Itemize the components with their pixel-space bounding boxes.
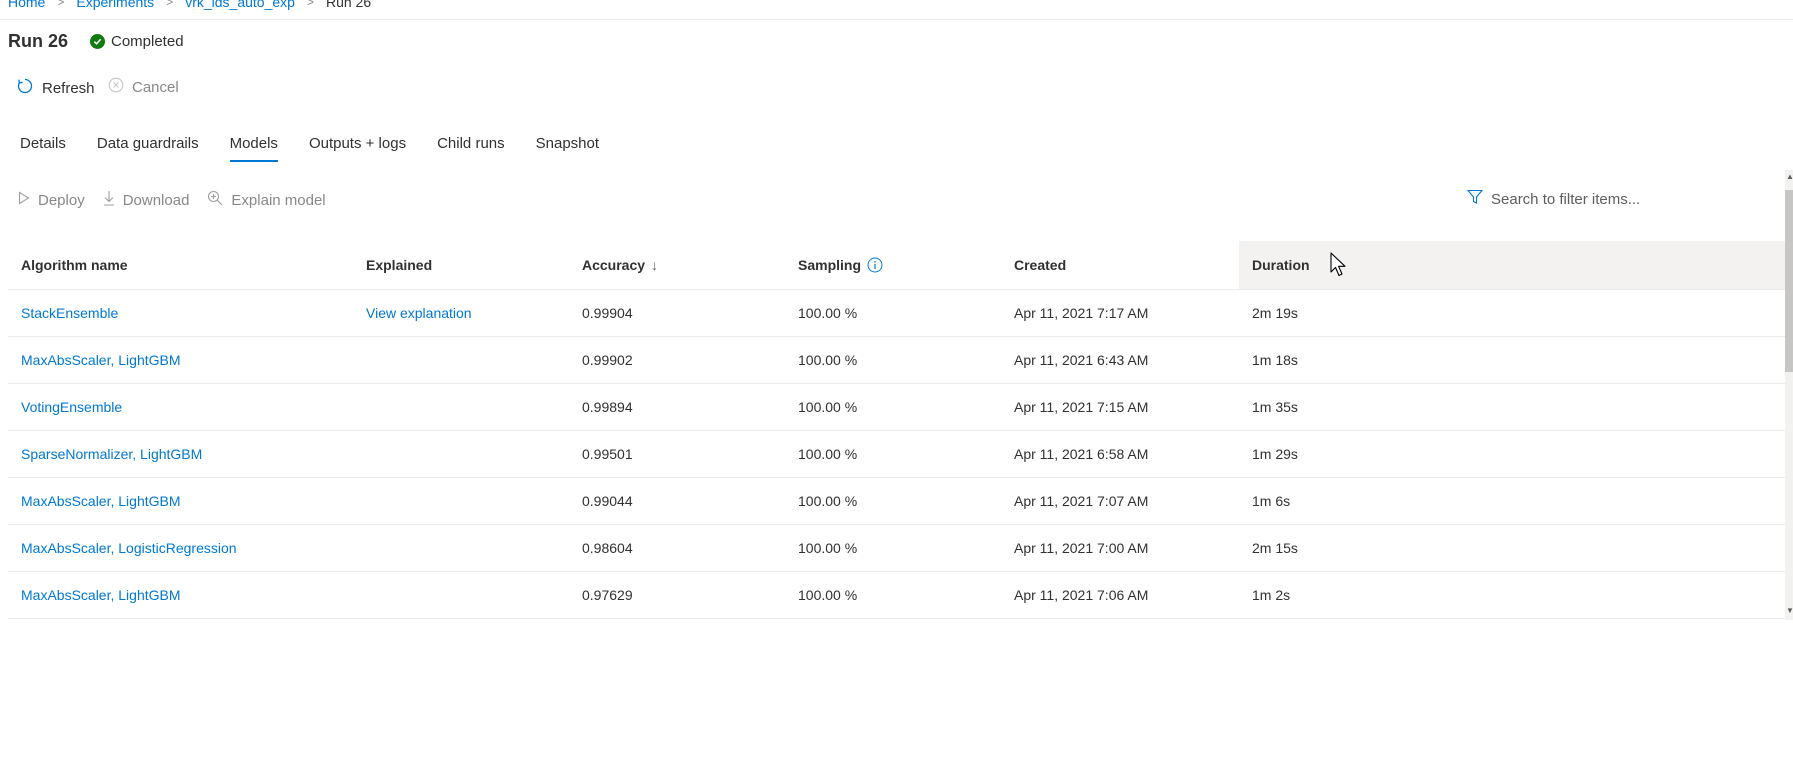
created-cell: Apr 11, 2021 7:17 AM	[1014, 305, 1149, 321]
breadcrumb: Home > Experiments > vrk_lds_auto_exp > …	[8, 0, 371, 12]
sampling-cell: 100.00 %	[798, 399, 858, 415]
algorithm-link[interactable]: MaxAbsScaler, LogisticRegression	[21, 525, 237, 571]
algorithm-link[interactable]: MaxAbsScaler, LightGBM	[21, 337, 181, 383]
refresh-button[interactable]: Refresh	[16, 77, 95, 99]
column-header-duration[interactable]: Duration	[1239, 241, 1793, 289]
deploy-label: Deploy	[38, 191, 85, 209]
refresh-label: Refresh	[42, 79, 95, 97]
cancel-label: Cancel	[132, 78, 179, 96]
breadcrumb-separator: >	[166, 0, 174, 9]
breadcrumb-experiment[interactable]: vrk_lds_auto_exp	[185, 0, 295, 10]
sort-descending-icon: ↓	[651, 257, 659, 273]
status-text: Completed	[111, 33, 184, 50]
tab-models[interactable]: Models	[229, 133, 279, 162]
table-row: StackEnsemble View explanation 0.99904 1…	[8, 290, 1785, 337]
breadcrumb-home[interactable]: Home	[8, 0, 45, 10]
breadcrumb-experiments[interactable]: Experiments	[76, 0, 154, 10]
created-cell: Apr 11, 2021 7:00 AM	[1014, 540, 1149, 556]
scroll-down-arrow-icon[interactable]: ▼	[1786, 606, 1793, 615]
breadcrumb-separator: >	[57, 0, 65, 9]
table-row: MaxAbsScaler, LightGBM 0.99902 100.00 % …	[8, 337, 1785, 384]
accuracy-cell: 0.99501	[582, 446, 633, 462]
table-row: MaxAbsScaler, LightGBM 0.99044 100.00 % …	[8, 478, 1785, 525]
duration-cell: 1m 29s	[1252, 446, 1298, 462]
sampling-cell: 100.00 %	[798, 305, 858, 321]
scrollbar-thumb[interactable]	[1785, 190, 1793, 372]
duration-cell: 2m 15s	[1252, 540, 1298, 556]
play-icon	[18, 191, 30, 209]
mouse-cursor-icon	[1330, 252, 1348, 281]
created-cell: Apr 11, 2021 6:58 AM	[1014, 446, 1149, 462]
column-header-algorithm[interactable]: Algorithm name	[21, 241, 128, 289]
filter-icon	[1466, 189, 1484, 209]
algorithm-link[interactable]: VotingEnsemble	[21, 384, 122, 430]
created-cell: Apr 11, 2021 7:15 AM	[1014, 399, 1149, 415]
header-divider	[0, 19, 1793, 20]
duration-cell: 2m 19s	[1252, 305, 1298, 321]
duration-cell: 1m 2s	[1252, 587, 1291, 603]
accuracy-cell: 0.99894	[582, 399, 633, 415]
models-table: Algorithm name Explained Accuracy ↓ Samp…	[8, 241, 1793, 619]
accuracy-cell: 0.98604	[582, 540, 633, 556]
accuracy-cell: 0.99904	[582, 305, 633, 321]
algorithm-link[interactable]: MaxAbsScaler, LightGBM	[21, 478, 181, 524]
accuracy-cell: 0.99044	[582, 493, 633, 509]
sampling-cell: 100.00 %	[798, 493, 858, 509]
deploy-button[interactable]: Deploy	[18, 191, 85, 209]
explain-model-label: Explain model	[231, 191, 326, 209]
check-circle-icon	[90, 34, 105, 49]
table-row: VotingEnsemble 0.99894 100.00 % Apr 11, …	[8, 384, 1785, 431]
cancel-button[interactable]: Cancel	[108, 77, 179, 97]
duration-cell: 1m 6s	[1252, 493, 1291, 509]
cancel-icon	[108, 77, 124, 97]
algorithm-link[interactable]: SparseNormalizer, LightGBM	[21, 431, 202, 477]
algorithm-link[interactable]: MaxAbsScaler, LightGBM	[21, 572, 181, 618]
refresh-icon	[16, 77, 34, 99]
algorithm-link[interactable]: StackEnsemble	[21, 290, 118, 336]
column-header-accuracy[interactable]: Accuracy ↓	[582, 241, 658, 289]
download-label: Download	[122, 191, 190, 209]
column-header-explained[interactable]: Explained	[366, 241, 432, 289]
accuracy-cell: 0.97629	[582, 587, 633, 603]
filter-search[interactable]: Search to filter items...	[1466, 189, 1641, 209]
created-cell: Apr 11, 2021 6:43 AM	[1014, 352, 1149, 368]
table-row: SparseNormalizer, LightGBM 0.99501 100.0…	[8, 431, 1785, 478]
download-button[interactable]: Download	[103, 190, 190, 210]
created-cell: Apr 11, 2021 7:07 AM	[1014, 493, 1149, 509]
table-header: Algorithm name Explained Accuracy ↓ Samp…	[8, 241, 1793, 290]
tab-bar: Details Data guardrails Models Outputs +…	[20, 133, 630, 162]
model-toolbar: Deploy Download Explain model	[18, 190, 344, 210]
accuracy-cell: 0.99902	[582, 352, 633, 368]
explain-model-button[interactable]: Explain model	[207, 190, 326, 210]
scroll-up-arrow-icon[interactable]: ▲	[1786, 172, 1793, 181]
page-title: Run 26	[8, 31, 69, 51]
info-icon[interactable]	[867, 257, 883, 273]
table-row: MaxAbsScaler, LogisticRegression 0.98604…	[8, 525, 1785, 572]
table-row: MaxAbsScaler, LightGBM 0.97629 100.00 % …	[8, 572, 1785, 619]
download-icon	[103, 190, 115, 210]
tab-outputs-logs[interactable]: Outputs + logs	[309, 133, 406, 162]
tab-child-runs[interactable]: Child runs	[437, 133, 505, 162]
status-badge: Completed	[90, 33, 184, 50]
view-explanation-link[interactable]: View explanation	[366, 290, 472, 336]
zoom-in-icon	[207, 190, 223, 210]
tab-snapshot[interactable]: Snapshot	[536, 133, 599, 162]
column-header-sampling[interactable]: Sampling	[798, 241, 883, 289]
accuracy-header-label: Accuracy	[582, 257, 646, 273]
tab-data-guardrails[interactable]: Data guardrails	[97, 133, 199, 162]
sampling-cell: 100.00 %	[798, 446, 858, 462]
tab-details[interactable]: Details	[20, 133, 66, 162]
filter-placeholder: Search to filter items...	[1491, 190, 1641, 208]
breadcrumb-separator: >	[306, 0, 314, 9]
duration-cell: 1m 35s	[1252, 399, 1298, 415]
sampling-cell: 100.00 %	[798, 587, 858, 603]
sampling-header-label: Sampling	[798, 257, 862, 273]
sampling-cell: 100.00 %	[798, 352, 858, 368]
column-header-created[interactable]: Created	[1014, 241, 1066, 289]
sampling-cell: 100.00 %	[798, 540, 858, 556]
created-cell: Apr 11, 2021 7:06 AM	[1014, 587, 1149, 603]
duration-cell: 1m 18s	[1252, 352, 1298, 368]
breadcrumb-current: Run 26	[325, 0, 372, 10]
